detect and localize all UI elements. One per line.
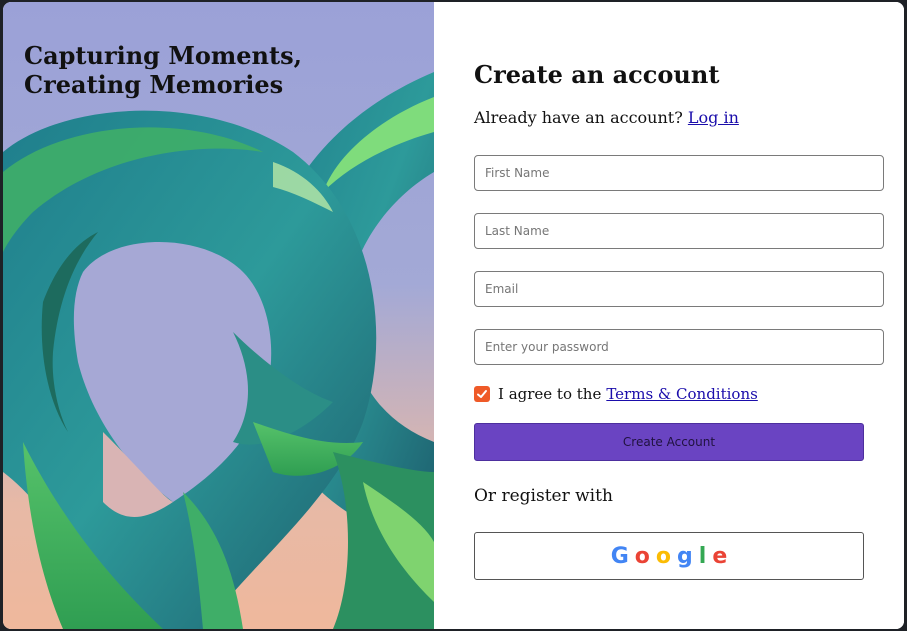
google-logo-letter: l <box>698 543 707 569</box>
terms-agreement: I agree to the Terms & Conditions <box>474 385 758 403</box>
terms-checkbox[interactable] <box>474 386 490 402</box>
create-account-button[interactable]: Create Account <box>474 423 864 461</box>
google-logo-letter: o <box>634 543 650 569</box>
google-logo-letter: e <box>712 543 728 569</box>
terms-link[interactable]: Terms & Conditions <box>606 385 757 403</box>
google-logo-letter: G <box>610 543 629 569</box>
hero-title: Capturing Moments, Creating Memories <box>24 41 424 99</box>
hero-panel: Capturing Moments, Creating Memories <box>3 2 434 629</box>
email-input[interactable] <box>474 271 884 307</box>
google-logo-letter: g <box>677 543 693 569</box>
login-link[interactable]: Log in <box>688 108 739 127</box>
login-prompt: Already have an account? Log in <box>474 108 739 127</box>
google-register-button[interactable]: G o o g l e <box>474 532 864 580</box>
first-name-input[interactable] <box>474 155 884 191</box>
checkmark-icon <box>477 390 487 398</box>
password-input[interactable] <box>474 329 884 365</box>
agree-text: I agree to the <box>498 385 602 403</box>
signup-form: Create an account Already have an accoun… <box>434 2 904 629</box>
google-logo-letter: o <box>655 543 672 569</box>
form-title: Create an account <box>474 60 720 89</box>
hero-title-line1: Capturing Moments, <box>24 41 302 70</box>
last-name-input[interactable] <box>474 213 884 249</box>
hero-title-line2: Creating Memories <box>24 70 284 99</box>
signup-window: Capturing Moments, Creating Memories Cre… <box>3 2 904 629</box>
alt-register-text: Or register with <box>474 486 613 506</box>
login-prompt-text: Already have an account? <box>474 108 683 127</box>
